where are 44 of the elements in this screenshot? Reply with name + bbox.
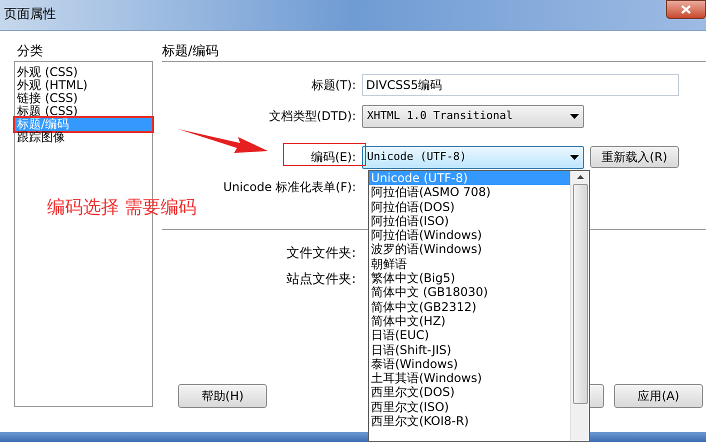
select-dropdown[interactable]: XHTML 1.0 Transitional — [362, 104, 584, 128]
select-dropdown[interactable]: Unicode (UTF-8) — [362, 146, 584, 168]
category-item[interactable]: 链接 (CSS) — [15, 92, 152, 105]
folder-label: 文件文件夹: — [286, 245, 356, 263]
encoding-option[interactable]: 西里尔文(DOS) — [369, 385, 570, 400]
title-input[interactable]: DIVCSS5编码 — [362, 74, 679, 96]
reload-button[interactable]: 重新载入(R) — [590, 146, 679, 168]
close-button[interactable] — [666, 0, 706, 19]
encoding-option[interactable]: 朝鲜语 — [369, 256, 570, 272]
field-label: 标题(T): — [311, 77, 356, 94]
folder-label: 站点文件夹: — [286, 271, 356, 289]
encoding-option[interactable]: 阿拉伯语(DOS) — [369, 200, 570, 214]
encoding-option[interactable]: 西里尔文(KOI8-R) — [369, 414, 570, 428]
encoding-option[interactable]: 简体中文(HZ) — [369, 314, 570, 328]
caret-icon — [570, 114, 579, 118]
encoding-option[interactable]: 泰语(Windows) — [369, 356, 570, 372]
field-label: 文档类型(DTD): — [268, 108, 356, 125]
category-label: 分类 — [16, 43, 44, 61]
scrollbar[interactable] — [570, 171, 589, 441]
encoding-option[interactable]: 阿拉伯语(ISO) — [369, 214, 570, 228]
category-item[interactable]: 外观 (CSS) — [15, 66, 152, 79]
apply-button[interactable]: 应用(A) — [614, 384, 703, 408]
encoding-option[interactable]: 繁体中文(Big5) — [369, 271, 570, 286]
field-label: Unicode 标准化表单(F): — [223, 179, 356, 196]
encoding-option[interactable]: 西里尔文(ISO) — [369, 400, 570, 414]
encoding-option[interactable]: 日语(EUC) — [369, 328, 570, 343]
encoding-option[interactable]: 土耳其语(Windows) — [369, 371, 570, 386]
field-label: 编码(E): — [311, 149, 356, 166]
encoding-option[interactable]: 日语(Shift-JIS) — [369, 342, 570, 357]
scroll-up-icon — [576, 175, 584, 179]
encoding-option[interactable]: 阿拉伯语(ASMO 708) — [369, 185, 570, 200]
scrollbar-thumb[interactable] — [572, 184, 588, 404]
encoding-option[interactable]: 简体中文 (GB18030) — [369, 285, 570, 300]
category-item[interactable]: 外观 (HTML) — [15, 79, 152, 92]
annotation-text: 编码选择 需要编码 — [47, 196, 197, 220]
window-title: 页面属性 — [4, 6, 56, 24]
close-icon — [681, 5, 691, 14]
caret-icon — [570, 154, 579, 160]
section-heading: 标题/编码 — [162, 43, 220, 61]
encoding-option[interactable]: 阿拉伯语(Windows) — [369, 228, 570, 242]
encoding-option[interactable]: 简体中文(GB2312) — [369, 300, 570, 314]
help-button[interactable]: 帮助(H) — [178, 384, 267, 408]
encoding-option[interactable]: 波罗的语(Windows) — [369, 242, 570, 257]
category-item[interactable]: 跟踪图像 — [15, 131, 152, 144]
